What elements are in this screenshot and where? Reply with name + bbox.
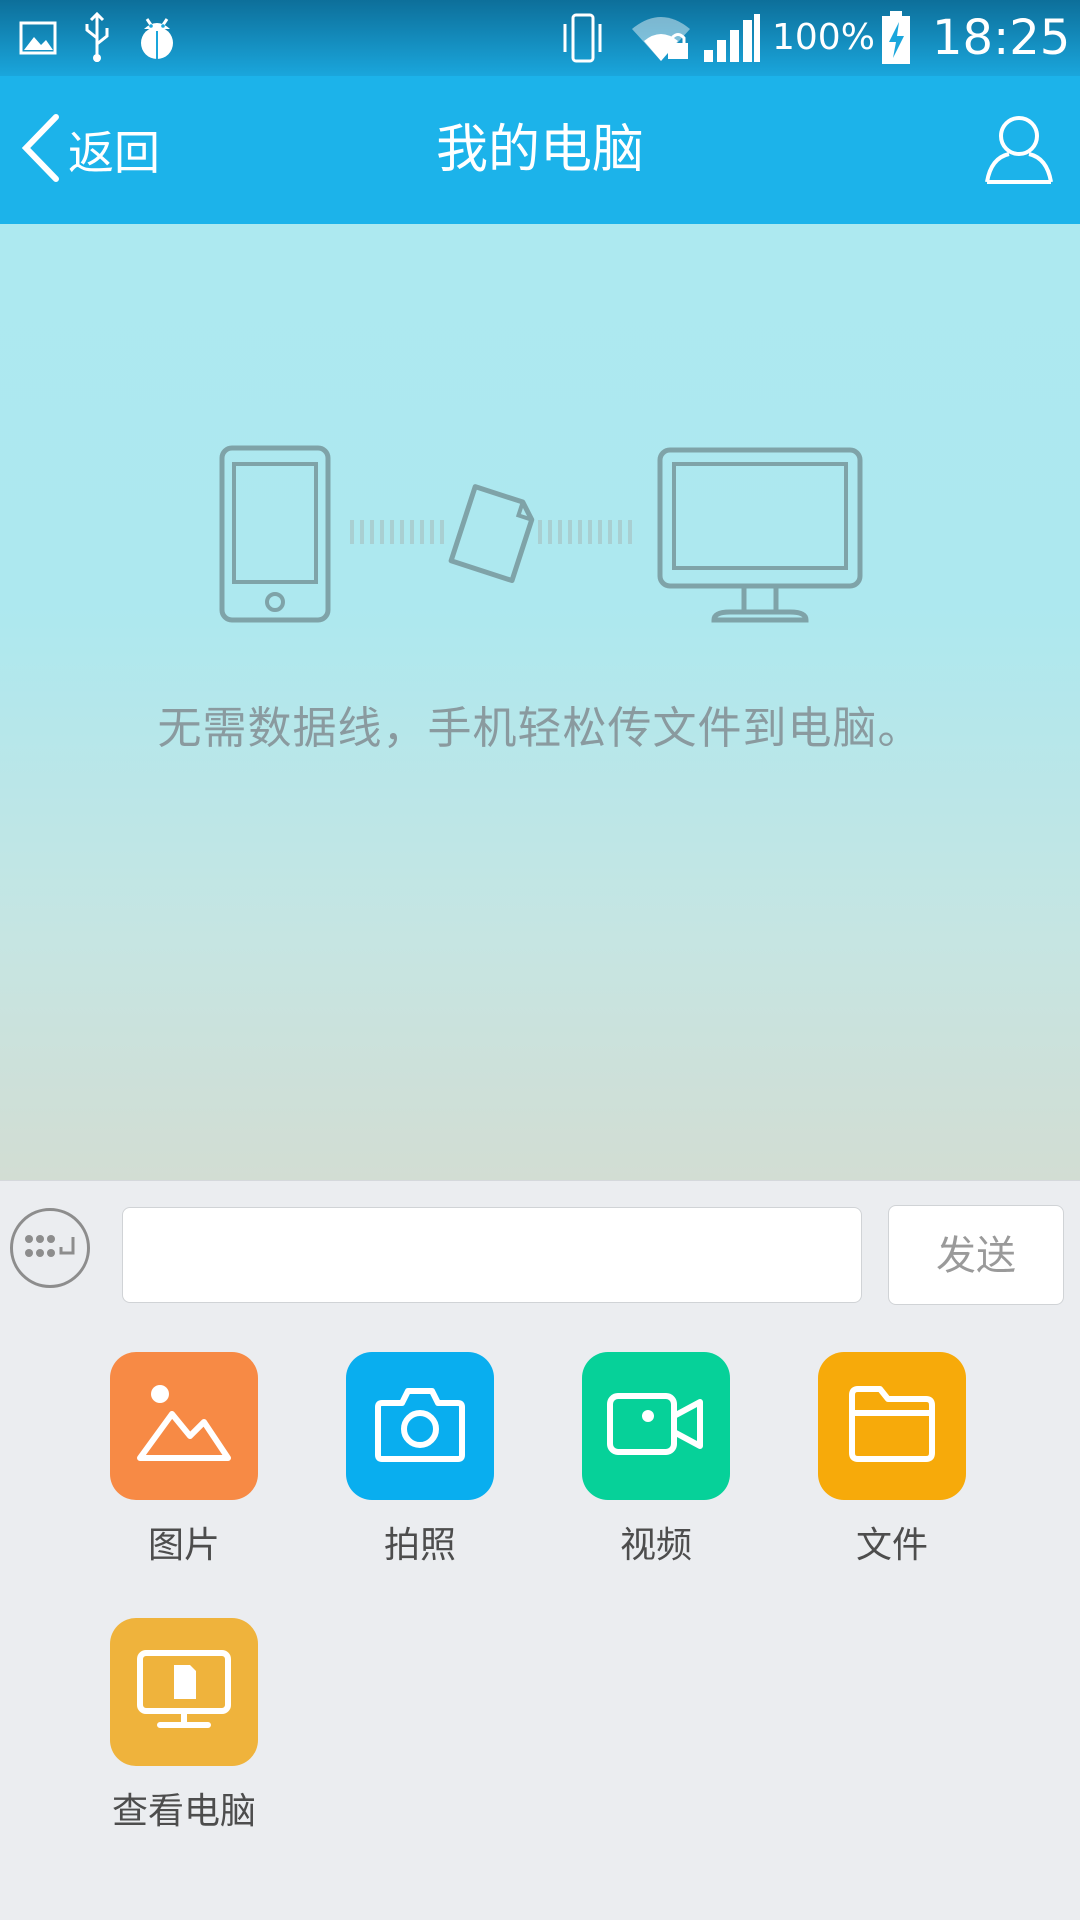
action-label: 查看电脑 bbox=[111, 1791, 256, 1832]
action-video[interactable]: 视频 bbox=[538, 1332, 774, 1566]
back-button[interactable]: 返回 bbox=[18, 96, 178, 204]
view-computer-icon bbox=[136, 1649, 232, 1735]
signal-icon bbox=[700, 10, 764, 66]
action-view-computer[interactable]: 查看电脑 bbox=[66, 1598, 302, 1832]
status-bar: 100% 18:25 bbox=[0, 0, 1080, 76]
view-computer-tile bbox=[110, 1618, 258, 1766]
action-label: 图片 bbox=[147, 1525, 220, 1566]
action-label: 文件 bbox=[855, 1525, 928, 1566]
battery-charging-icon bbox=[878, 10, 914, 66]
action-image[interactable]: 图片 bbox=[66, 1332, 302, 1566]
message-area: 无需数据线，手机轻松传文件到电脑。 bbox=[0, 224, 1080, 1180]
user-icon bbox=[979, 108, 1059, 192]
input-bar: 发送 bbox=[0, 1180, 1080, 1333]
phone-to-computer-transfer-illustration bbox=[200, 436, 876, 652]
file-tile bbox=[818, 1352, 966, 1500]
user-button[interactable] bbox=[974, 104, 1064, 196]
clock: 18:25 bbox=[932, 10, 1071, 66]
my-computer-screen: 100% 18:25 我的电脑 返回 无需数据线，手机轻松传文件到电脑。 发送 … bbox=[0, 0, 1080, 1920]
camera-tile bbox=[346, 1352, 494, 1500]
action-camera[interactable]: 拍照 bbox=[302, 1332, 538, 1566]
gallery-notification-icon bbox=[18, 10, 58, 66]
folder-icon bbox=[846, 1385, 938, 1467]
keyboard-icon bbox=[23, 1231, 77, 1265]
action-grid: 图片 拍照 视频 文件 查看电脑 bbox=[0, 1332, 1080, 1920]
action-file[interactable]: 文件 bbox=[774, 1332, 1010, 1566]
title-bar: 我的电脑 返回 bbox=[0, 76, 1080, 224]
image-icon bbox=[134, 1382, 234, 1470]
image-tile bbox=[110, 1352, 258, 1500]
debug-bug-icon bbox=[134, 10, 180, 66]
send-button[interactable]: 发送 bbox=[888, 1205, 1064, 1305]
camera-icon bbox=[374, 1385, 466, 1467]
action-label: 拍照 bbox=[383, 1525, 456, 1566]
battery-percent: 100% bbox=[772, 17, 875, 58]
hero-caption: 无需数据线，手机轻松传文件到电脑。 bbox=[157, 703, 923, 754]
vibrate-icon bbox=[560, 10, 604, 66]
message-input[interactable] bbox=[122, 1207, 862, 1303]
chevron-left-icon bbox=[18, 113, 64, 187]
wifi-locked-icon bbox=[628, 10, 694, 66]
video-icon bbox=[606, 1392, 706, 1460]
keyboard-toggle-button[interactable] bbox=[10, 1208, 90, 1288]
video-tile bbox=[582, 1352, 730, 1500]
back-label: 返回 bbox=[68, 126, 160, 180]
usb-icon bbox=[80, 10, 114, 66]
action-label: 视频 bbox=[619, 1525, 692, 1566]
